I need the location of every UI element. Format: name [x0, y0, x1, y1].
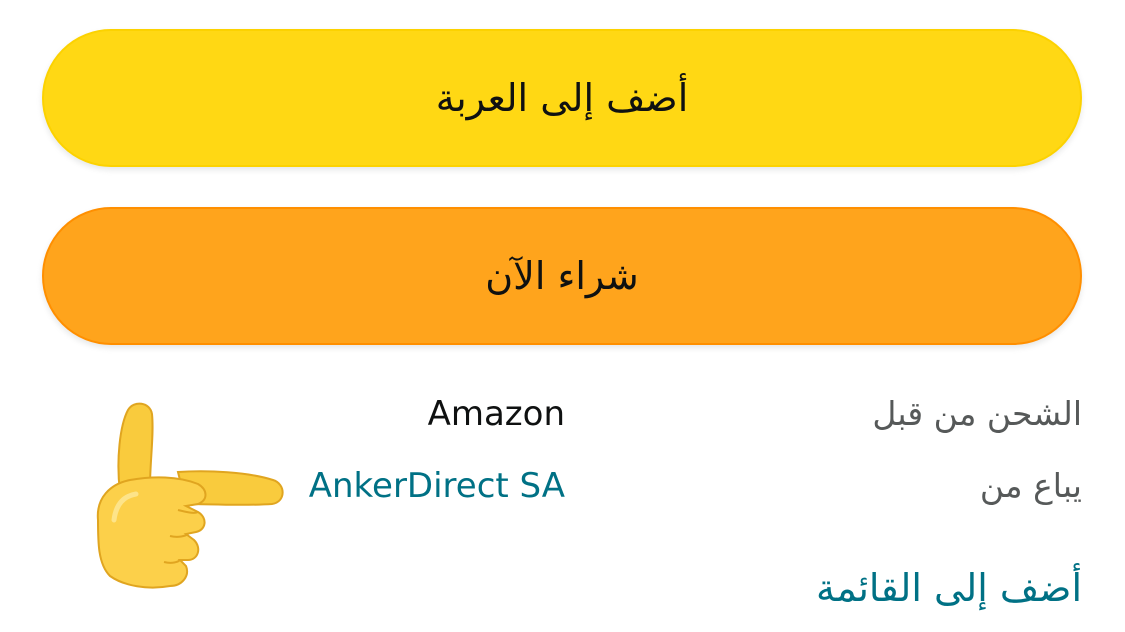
product-buy-box: أضف إلى العربة شراء الآن الشحن من قبل Am…: [0, 0, 1125, 632]
buy-now-label: شراء الآن: [485, 254, 639, 298]
buy-now-button[interactable]: شراء الآن: [42, 207, 1082, 345]
sold-by-label: يباع من: [979, 466, 1082, 505]
add-to-list-link[interactable]: أضف إلى القائمة: [816, 566, 1082, 610]
sold-by-seller-link[interactable]: AnkerDirect SA: [309, 466, 565, 506]
ships-from-label: الشحن من قبل: [872, 394, 1082, 433]
add-to-cart-label: أضف إلى العربة: [435, 76, 689, 120]
add-to-cart-button[interactable]: أضف إلى العربة: [42, 29, 1082, 167]
ships-from-value: Amazon: [427, 394, 565, 434]
pointing-hand-icon: [96, 402, 284, 589]
